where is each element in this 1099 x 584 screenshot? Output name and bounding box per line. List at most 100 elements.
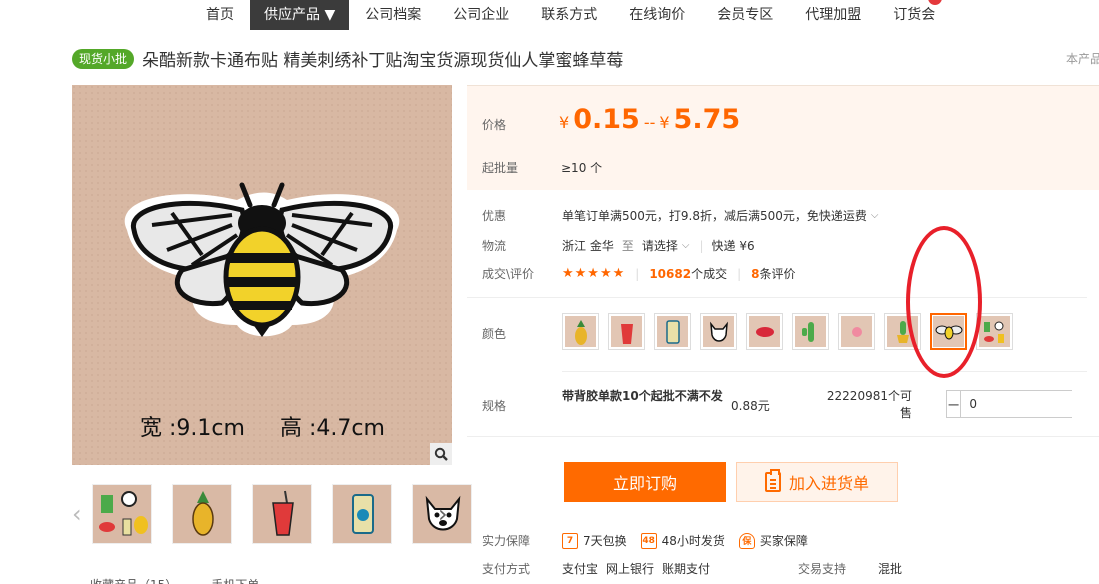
payment-row: 支付方式 支付宝 网上银行 账期支付 交易支持 混批 bbox=[482, 560, 902, 577]
nav-home[interactable]: 首页 bbox=[190, 0, 250, 30]
bottom-links: 收藏产品（15） 手机下单 bbox=[90, 576, 259, 584]
thumbnail-strip: ‹ › bbox=[72, 484, 472, 548]
top-nav: 首页 供应产品 ▼ 公司档案 公司企业 联系方式 在线询价 会员专区 代理加盟 … bbox=[190, 0, 951, 30]
add-to-cart-button[interactable]: 加入进货单 bbox=[736, 462, 898, 502]
thumbnail-soda-cup[interactable] bbox=[252, 484, 312, 544]
nav-contact[interactable]: 联系方式 bbox=[525, 0, 613, 30]
bee-icon bbox=[935, 325, 962, 339]
review-count-unit: 条评价 bbox=[759, 267, 796, 281]
deal-count[interactable]: 10682 bbox=[649, 267, 691, 281]
destination-select[interactable]: 请选择 bbox=[642, 237, 678, 254]
swatch-lips[interactable] bbox=[746, 313, 783, 350]
spec-price: 0.88元 bbox=[731, 399, 770, 413]
spec-label: 规格 bbox=[482, 399, 507, 413]
swatch-mix[interactable] bbox=[976, 313, 1013, 350]
status-badge: 现货小批 bbox=[72, 48, 135, 69]
annotation-ellipse bbox=[906, 226, 982, 378]
logistics-label: 物流 bbox=[482, 239, 507, 253]
spec-stock: 22220981个可售 bbox=[826, 389, 912, 420]
thumb-next-button[interactable]: › bbox=[438, 502, 448, 526]
nav-products[interactable]: 供应产品 ▼ bbox=[250, 0, 350, 30]
swatch-bee[interactable] bbox=[930, 313, 967, 350]
payment-credit: 账期支付 bbox=[662, 562, 711, 576]
clipboard-icon bbox=[764, 469, 781, 492]
deals-divider: | bbox=[635, 266, 640, 281]
seven-day-icon: 7 bbox=[562, 532, 578, 549]
chevron-down-icon[interactable]: ⌵ bbox=[682, 240, 690, 251]
size-width-label: 宽 :9.1cm bbox=[140, 416, 245, 441]
guarantee-7day-text: 7天包换 bbox=[583, 534, 627, 548]
price-currency: ¥ bbox=[559, 113, 570, 132]
price-label: 价格 bbox=[482, 118, 507, 132]
nav-members[interactable]: 会员专区 bbox=[701, 0, 789, 30]
promo-row: 优惠 单笔订单满500元，打9.8折，减后满500元，免快递运费 ⌵ bbox=[482, 207, 879, 224]
favorite-link[interactable]: 收藏产品（15） bbox=[90, 576, 177, 584]
page-title: 朵酷新款卡通布贴 精美刺绣补丁贴淘宝货源现货仙人掌蜜蜂草莓 bbox=[142, 51, 624, 71]
price-separator: -- bbox=[643, 113, 656, 132]
swatch-cactus-pot[interactable] bbox=[884, 313, 921, 350]
mobile-order-link[interactable]: 手机下单 bbox=[211, 576, 259, 584]
mix-patches-icon bbox=[983, 321, 1004, 343]
payment-label: 支付方式 bbox=[482, 562, 531, 576]
guarantee-label: 实力保障 bbox=[482, 534, 531, 548]
buy-now-button[interactable]: 立即订购 bbox=[564, 462, 726, 502]
bulldog-icon bbox=[709, 321, 728, 342]
deals-row: 成交\评价 ★★★★★ | 10682 个成交 | 8 条评价 bbox=[482, 265, 796, 282]
nav-company[interactable]: 公司企业 bbox=[437, 0, 525, 30]
size-height-label: 高 :4.7cm bbox=[280, 416, 385, 441]
swatch-pineapple[interactable] bbox=[562, 313, 599, 350]
thumbnail-mix[interactable] bbox=[92, 484, 152, 544]
cactus-pot-icon bbox=[896, 320, 909, 343]
guarantee-48h-text: 48小时发货 bbox=[661, 534, 725, 548]
can-icon bbox=[665, 319, 680, 344]
swatch-cactus[interactable] bbox=[792, 313, 829, 350]
logistics-row: 物流 浙江 金华 至 请选择 ⌵ | 快递 ¥6 bbox=[482, 237, 755, 254]
nav-company-profile[interactable]: 公司档案 bbox=[349, 0, 437, 30]
payment-alipay: 支付宝 bbox=[562, 562, 599, 576]
moq-value: ≥10 个 bbox=[561, 161, 603, 175]
quantity-input[interactable] bbox=[961, 391, 1099, 417]
guarantee-buyer-text: 买家保障 bbox=[759, 534, 808, 548]
can-icon bbox=[352, 494, 374, 534]
swatch-bulldog[interactable] bbox=[700, 313, 737, 350]
price-max: 5.75 bbox=[673, 104, 741, 135]
swatch-soda-cup[interactable] bbox=[608, 313, 645, 350]
color-label: 颜色 bbox=[482, 327, 507, 341]
lips-icon bbox=[755, 326, 774, 337]
color-swatches bbox=[562, 313, 1013, 350]
thumbnail-can[interactable] bbox=[332, 484, 392, 544]
guarantee-7day[interactable]: 7 7天包换 bbox=[562, 532, 627, 549]
chevron-down-icon[interactable]: ⌵ bbox=[871, 210, 879, 221]
soda-cup-icon bbox=[272, 490, 294, 536]
main-product-image[interactable]: 宽 :9.1cm 高 :4.7cm bbox=[72, 85, 452, 465]
nav-inquiry[interactable]: 在线询价 bbox=[613, 0, 701, 30]
logistics-origin: 浙江 金华 bbox=[562, 239, 614, 253]
thumbnail-pineapple[interactable] bbox=[172, 484, 232, 544]
mix-patches-icon bbox=[99, 491, 148, 536]
price-currency-2: ¥ bbox=[659, 113, 670, 132]
price-range: ¥ 0.15 -- ¥ 5.75 bbox=[559, 104, 740, 135]
guarantee-48h[interactable]: 48 48小时发货 bbox=[640, 532, 725, 549]
title-right-link[interactable]: 本产品 bbox=[1066, 50, 1099, 67]
logistics-to: 至 bbox=[621, 239, 634, 253]
logistics-divider: | bbox=[699, 238, 704, 253]
swatch-flower[interactable] bbox=[838, 313, 875, 350]
thumb-prev-button[interactable]: ‹ bbox=[72, 502, 82, 526]
magnifier-icon bbox=[434, 447, 448, 461]
price-min: 0.15 bbox=[573, 104, 640, 135]
rating-stars-icon: ★★★★★ bbox=[562, 266, 626, 281]
payment-netbank: 网上银行 bbox=[606, 562, 655, 576]
zoom-button[interactable] bbox=[430, 443, 452, 465]
nav-agent[interactable]: 代理加盟 bbox=[789, 0, 877, 30]
swatch-can[interactable] bbox=[654, 313, 691, 350]
nav-order-fair[interactable]: 订货会 bbox=[877, 0, 951, 30]
soda-cup-icon bbox=[620, 323, 633, 344]
review-count[interactable]: 8 bbox=[751, 267, 759, 281]
guarantee-buyer[interactable]: 保 买家保障 bbox=[738, 532, 808, 549]
deals-label: 成交\评价 bbox=[482, 267, 535, 281]
promo-label: 优惠 bbox=[482, 209, 507, 223]
cactus-icon bbox=[801, 321, 814, 342]
quantity-minus-button[interactable]: − bbox=[947, 391, 962, 417]
express-fee: 快递 ¥6 bbox=[711, 239, 755, 253]
pineapple-icon bbox=[574, 319, 587, 345]
